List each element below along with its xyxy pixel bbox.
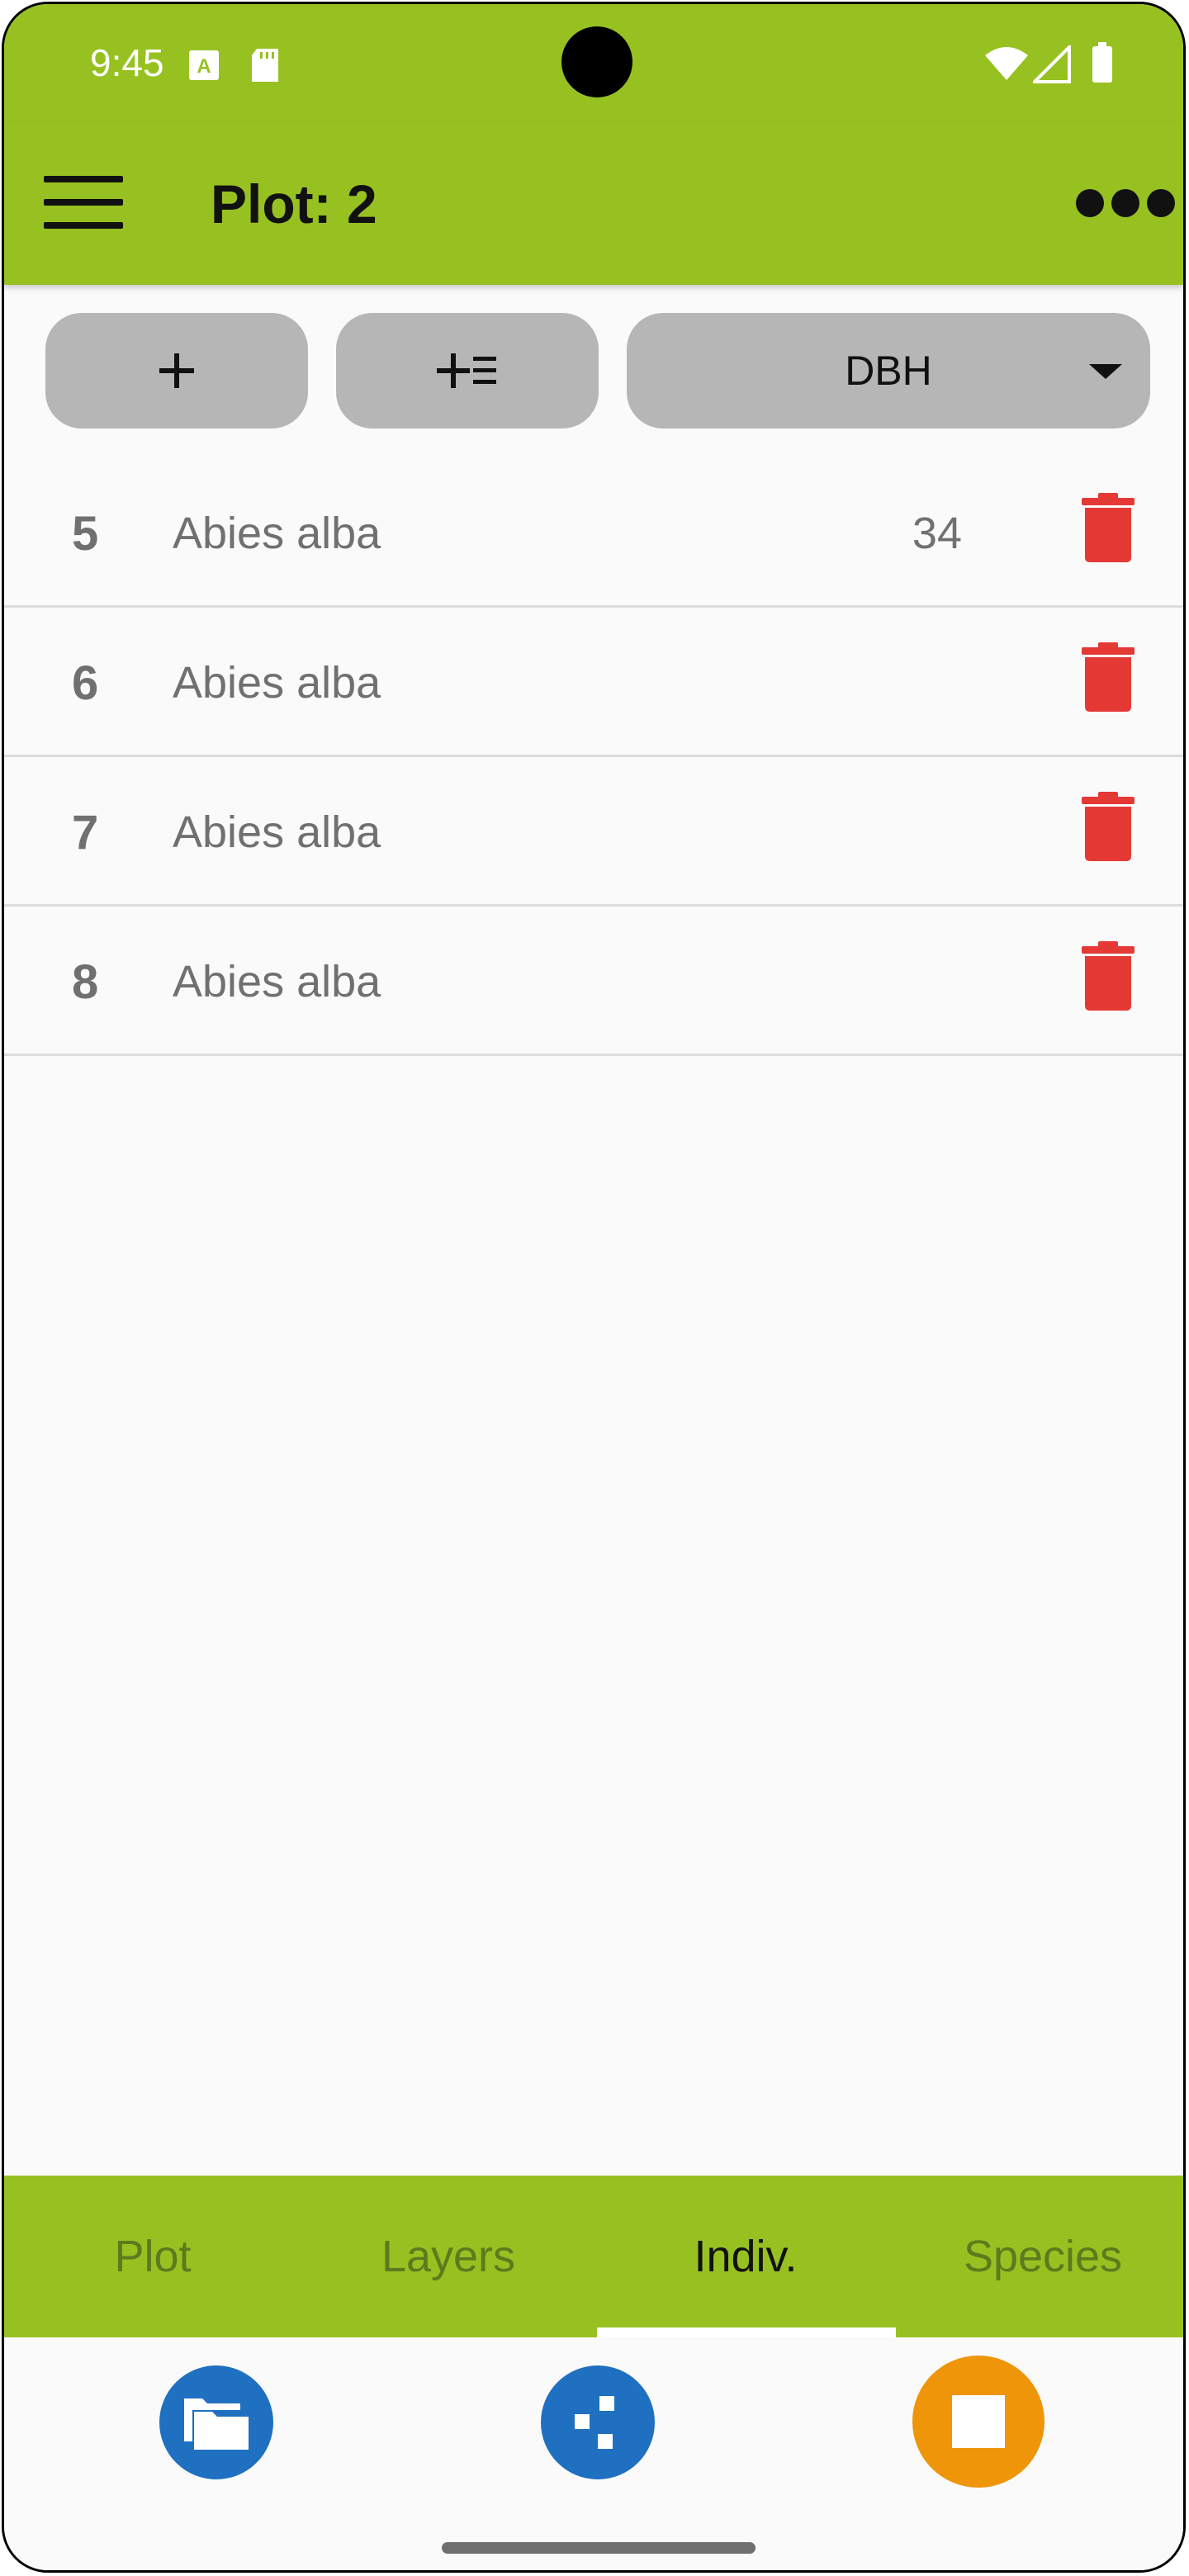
individual-number: 6 (72, 656, 99, 710)
home-indicator[interactable] (442, 2542, 756, 2554)
individual-species: Abies alba (173, 509, 381, 558)
signal-icon (1033, 45, 1071, 83)
individual-species: Abies alba (173, 807, 381, 857)
delete-icon[interactable] (1080, 941, 1136, 1011)
front-camera (561, 26, 632, 97)
add-individual-button[interactable] (45, 313, 308, 429)
delete-icon[interactable] (1080, 493, 1136, 562)
status-bar: 9:45 A (4, 4, 1183, 121)
wifi-icon (985, 47, 1028, 80)
dropdown-selected-value: DBH (845, 348, 932, 394)
open-folder-button[interactable] (159, 2365, 273, 2479)
notification-a-icon: A (189, 50, 219, 80)
more-options-icon[interactable] (1076, 189, 1175, 219)
tab-layers[interactable]: Layers (300, 2176, 597, 2337)
list-item[interactable]: 5 Abies alba 34 (4, 458, 1183, 608)
dropdown-arrow-icon (1089, 364, 1122, 379)
active-tab-indicator (597, 2327, 896, 2337)
list-item[interactable]: 6 Abies alba (4, 608, 1183, 757)
delete-icon[interactable] (1080, 642, 1136, 712)
individual-number: 5 (72, 507, 99, 561)
scatter-layout-icon (575, 2396, 614, 2449)
phone-frame: 9:45 A Plot: 2 DBH 5 Abies alba 34 6 Abi… (2, 2, 1186, 2573)
individual-species: Abies alba (173, 658, 381, 708)
individual-value: 34 (912, 509, 962, 558)
stop-icon (952, 2395, 1005, 2448)
hamburger-menu-icon[interactable] (44, 176, 123, 229)
folder-icon (184, 2398, 249, 2450)
layout-button[interactable] (541, 2365, 655, 2479)
plus-icon (159, 353, 194, 388)
individual-species: Abies alba (173, 957, 381, 1006)
tab-bar: Plot Layers Indiv. Species (4, 2176, 1183, 2337)
add-list-icon (437, 353, 496, 388)
tab-indiv[interactable]: Indiv. (597, 2176, 894, 2337)
individual-number: 8 (72, 955, 99, 1009)
individual-number: 7 (72, 806, 99, 859)
page-title: Plot: 2 (211, 173, 377, 234)
individuals-list: 5 Abies alba 34 6 Abies alba 7 Abies alb… (4, 458, 1183, 1056)
tab-species[interactable]: Species (894, 2176, 1183, 2337)
status-time: 9:45 (90, 41, 164, 84)
bottom-action-bar (4, 2337, 1183, 2570)
battery-icon (1092, 42, 1112, 83)
add-multiple-button[interactable] (336, 313, 599, 429)
svg-text:A: A (197, 55, 211, 78)
stop-button[interactable] (912, 2356, 1045, 2488)
attribute-dropdown[interactable]: DBH (627, 313, 1150, 429)
app-bar: Plot: 2 (4, 121, 1183, 285)
list-item[interactable]: 8 Abies alba (4, 907, 1183, 1056)
sd-card-icon (252, 49, 278, 82)
tab-plot[interactable]: Plot (4, 2176, 301, 2337)
delete-icon[interactable] (1080, 792, 1136, 861)
list-item[interactable]: 7 Abies alba (4, 757, 1183, 907)
